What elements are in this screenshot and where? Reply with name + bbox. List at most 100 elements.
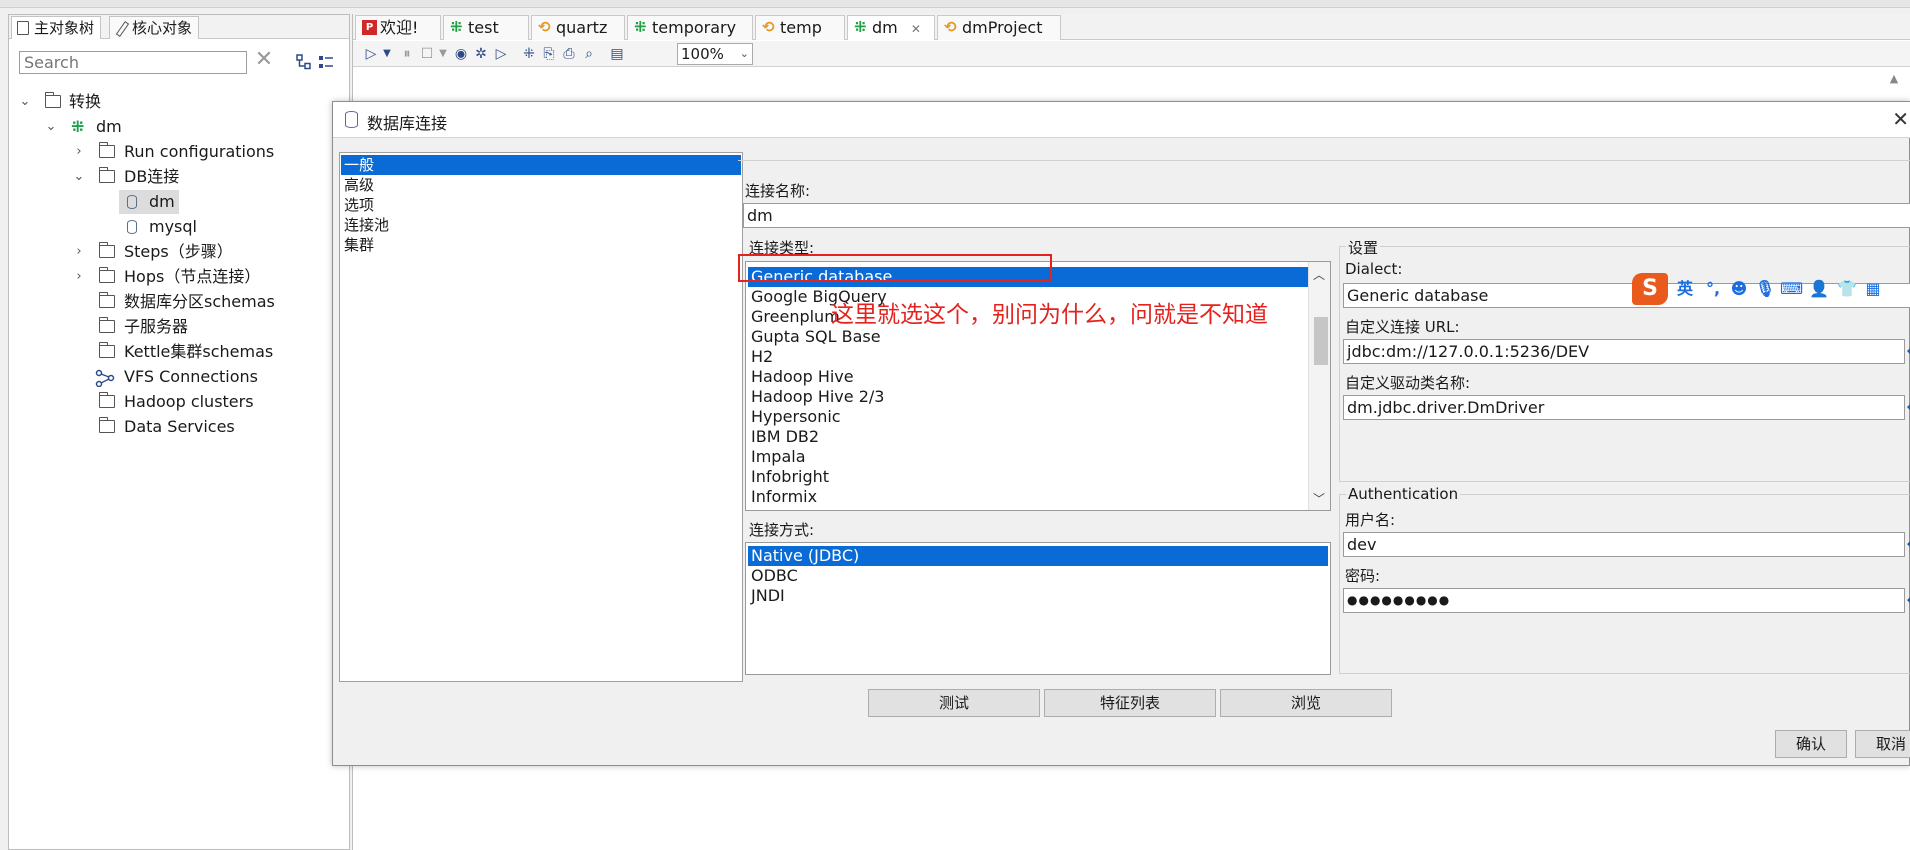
tree-node-vfs-connections[interactable]: VFS Connections [9, 365, 349, 389]
explore-button[interactable]: 浏览 [1220, 689, 1392, 717]
chevron-right-icon[interactable]: › [72, 240, 86, 264]
tab-core-objects[interactable]: 核心对象 [109, 16, 200, 39]
tree-node-transformation[interactable]: ⌄ ⁜ dm [9, 115, 349, 139]
tab-welcome[interactable]: P 欢迎! [355, 15, 441, 40]
stop-icon[interactable]: ☐ [419, 46, 435, 62]
list-item[interactable]: ODBC [748, 566, 1310, 586]
chevron-down-icon[interactable]: ﹀ [1313, 490, 1325, 507]
folder-icon [99, 417, 115, 433]
sql-icon[interactable]: ⎙ [561, 46, 577, 62]
category-clustering[interactable]: 集群 [341, 235, 741, 255]
feature-list-button[interactable]: 特征列表 [1044, 689, 1216, 717]
chevron-right-icon[interactable]: › [72, 265, 86, 289]
tree-node-run-configurations[interactable]: › Run configurations [9, 140, 349, 164]
password-input[interactable]: ●●●●●●●●● [1343, 588, 1905, 613]
preview-icon[interactable]: ◉ [453, 46, 469, 62]
editor-tab-bar: P 欢迎! ⁜ test ⟲ quartz ⁜ temporary ⟲ temp… [353, 14, 1910, 40]
ime-logo-icon[interactable]: S [1632, 273, 1668, 305]
chevron-down-icon: ⌄ [739, 47, 749, 60]
tree-node-partition-schemas[interactable]: 数据库分区schemas [9, 290, 349, 314]
list-item[interactable]: Native (JDBC) [748, 546, 1328, 566]
scrollbar-thumb[interactable] [1314, 317, 1328, 365]
tab-temporary[interactable]: ⁜ temporary [627, 15, 753, 40]
chevron-down-icon[interactable]: ⌄ [44, 115, 58, 139]
tree-node-root[interactable]: ⌄ 转换 [9, 90, 349, 114]
category-general[interactable]: 一般 [341, 155, 741, 175]
stop-dropdown-icon[interactable]: ▼ [435, 46, 451, 62]
run-dropdown-icon[interactable]: ▼ [379, 46, 395, 62]
expand-tree-icon[interactable] [317, 53, 335, 71]
access-type-list[interactable]: Native (JDBC) ODBC JNDI [745, 542, 1331, 675]
list-item[interactable]: Informix [748, 487, 1310, 507]
verify-icon[interactable]: ⁜ [521, 46, 537, 62]
list-item[interactable]: Impala [748, 447, 1310, 467]
debug-icon[interactable]: ✲ [473, 46, 489, 62]
tree-node-data-services[interactable]: Data Services [9, 415, 349, 439]
connection-type-scrollbar[interactable]: ︿ ﹀ [1308, 262, 1330, 510]
toolbox-icon[interactable]: ▦ [1862, 280, 1884, 298]
list-item[interactable]: Infobright [748, 467, 1310, 487]
tree-node-db-mysql[interactable]: mysql [119, 215, 239, 239]
tree-node-slave-servers[interactable]: 子服务器 [9, 315, 349, 339]
ok-button[interactable]: 确认 [1775, 730, 1847, 758]
custom-url-input[interactable]: jdbc:dm://127.0.0.1:5236/DEV [1343, 339, 1905, 364]
keyboard-icon[interactable]: ⌨ [1780, 280, 1803, 298]
category-options[interactable]: 选项 [341, 195, 741, 215]
punctuation-icon[interactable]: °, [1702, 280, 1724, 298]
username-input[interactable]: dev [1343, 532, 1905, 557]
zoom-select[interactable]: 100% ⌄ [677, 43, 753, 65]
cancel-button[interactable]: 取消 [1855, 730, 1910, 758]
tab-core-objects-label: 核心对象 [132, 19, 193, 37]
list-item[interactable]: Gupta SQL Base [748, 327, 1310, 347]
list-item[interactable]: JNDI [748, 586, 1310, 606]
search-input[interactable] [19, 51, 247, 74]
pause-icon[interactable]: ⏸ [399, 46, 415, 62]
tree-node-cluster-schemas[interactable]: Kettle集群schemas [9, 340, 349, 364]
list-item[interactable]: Hypersonic [748, 407, 1310, 427]
list-item[interactable]: Hadoop Hive [748, 367, 1310, 387]
chevron-up-icon[interactable]: ︿ [1313, 266, 1325, 283]
show-results-icon[interactable]: ▤ [609, 46, 625, 62]
category-pooling[interactable]: 连接池 [341, 215, 741, 235]
dialect-label: Dialect: [1345, 260, 1403, 278]
close-tab-icon[interactable]: ✕ [911, 22, 921, 36]
tree-node-db-dm[interactable]: dm [119, 190, 179, 214]
tab-main-tree[interactable]: 主对象树 [11, 16, 102, 39]
custom-driver-input[interactable]: dm.jdbc.driver.DmDriver [1343, 395, 1905, 420]
explore-db-icon[interactable]: ⌕ [581, 46, 597, 62]
user-icon[interactable]: 👤 [1808, 280, 1830, 298]
list-item[interactable]: Hadoop Hive 2/3 [748, 387, 1310, 407]
tab-temp[interactable]: ⟲ temp [755, 15, 845, 40]
connection-name-input[interactable]: dm [743, 203, 1910, 228]
tab-label: temp [780, 18, 822, 37]
tree-node-hadoop-clusters[interactable]: Hadoop clusters [9, 390, 349, 414]
scroll-up-arrow-icon[interactable]: ▲ [1886, 72, 1902, 88]
tree-node-steps[interactable]: › Steps（步骤） [9, 240, 349, 264]
impact-icon[interactable]: ⎘ [541, 46, 557, 62]
network-icon [95, 369, 115, 387]
emoji-icon[interactable]: ☻ [1728, 280, 1750, 298]
category-advanced[interactable]: 高级 [341, 175, 741, 195]
document-icon [17, 21, 29, 35]
chevron-down-icon[interactable]: ⌄ [72, 165, 86, 189]
skin-icon[interactable]: 👕 [1836, 280, 1858, 298]
list-item[interactable]: H2 [748, 347, 1310, 367]
run-icon[interactable]: ▷ [363, 46, 379, 62]
collapse-tree-icon[interactable] [295, 53, 313, 71]
replay-icon[interactable]: ▷ [493, 46, 509, 62]
ime-language-toggle[interactable]: 英 [1674, 280, 1696, 298]
tab-quartz[interactable]: ⟲ quartz [531, 15, 625, 40]
chevron-down-icon[interactable]: ⌄ [18, 90, 32, 114]
microphone-icon[interactable]: 🎙 [1754, 280, 1776, 298]
close-icon[interactable]: ✕ [1892, 107, 1909, 131]
tab-dm[interactable]: ⁜ dm ✕ [847, 15, 935, 40]
tab-dmproject[interactable]: ⟲ dmProject [937, 15, 1061, 40]
tree-node-hops[interactable]: › Hops（节点连接） [9, 265, 349, 289]
test-button[interactable]: 测试 [868, 689, 1040, 717]
chevron-right-icon[interactable]: › [72, 140, 86, 164]
tree-node-db-connections[interactable]: ⌄ DB连接 [9, 165, 349, 189]
dialog-title: 数据库连接 [367, 114, 448, 133]
tab-test[interactable]: ⁜ test [443, 15, 529, 40]
list-item[interactable]: IBM DB2 [748, 427, 1310, 447]
clear-search-icon[interactable]: ✕ [254, 49, 274, 73]
